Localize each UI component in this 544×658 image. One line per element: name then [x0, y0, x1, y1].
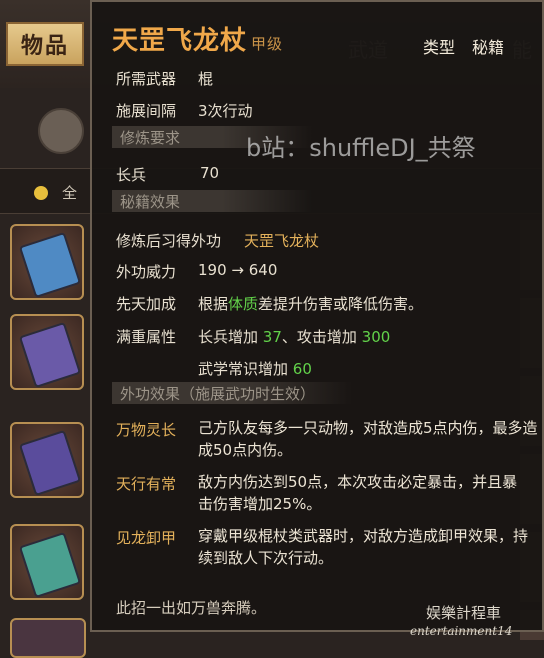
item-slot[interactable] — [10, 524, 84, 600]
effect-label: 满重属性 — [116, 328, 177, 346]
watermark-text: b站：shuffleDJ_共祭 — [246, 134, 476, 162]
req-value: 70 — [200, 164, 220, 182]
external-effect-text: 敌方内伤达到50点，本次攻击必定暴击，并且暴击伤害增加25%。 — [198, 473, 518, 513]
type-value: 秘籍 — [472, 38, 505, 57]
innate-text: 根据 — [198, 295, 229, 313]
effect-label: 修炼后习得外功 — [116, 232, 222, 250]
book-icon — [18, 321, 82, 389]
innate-bonus-text: 根据体质差提升伤害或降低伤害。 — [198, 293, 423, 314]
item-slot[interactable] — [10, 314, 84, 390]
full-bonus-text: 、攻击增加 — [281, 328, 362, 346]
item-slot[interactable] — [10, 224, 84, 300]
full-bonus-value: 60 — [292, 360, 312, 378]
external-effect-text: 穿戴甲级棍杖类武器时，对敌方造成卸甲效果，持续到敌人下次行动。 — [198, 527, 529, 567]
stat-value: 3次行动 — [198, 102, 253, 120]
full-bonus-value: 37 — [262, 328, 282, 346]
stat-label: 所需武器 — [116, 70, 177, 88]
full-bonus-text: 武学常识增加 — [198, 360, 293, 378]
external-effect-text: 己方队友每多一只动物，对敌造成5点内伤，最多造成50点内伤。 — [198, 419, 538, 459]
book-icon — [18, 531, 82, 599]
external-effect-label: 见龙卸甲 — [116, 529, 177, 547]
type-label: 类型 — [423, 38, 456, 57]
full-bonus-value: 300 — [361, 328, 391, 346]
item-grade: 甲级 — [251, 35, 284, 53]
book-icon — [18, 429, 82, 497]
req-label: 长兵 — [116, 166, 147, 184]
flavor-text: 此招一出如万兽奔腾。 — [116, 599, 267, 617]
corner-watermark: entertainment14 — [410, 624, 513, 638]
full-bonus-line: 长兵增加 37、攻击增加 300 — [198, 326, 390, 347]
external-effect-label: 万物灵长 — [116, 421, 177, 439]
effect-label: 外功威力 — [116, 263, 177, 281]
effect-value: 天罡飞龙杖 — [244, 232, 320, 250]
effect-value: 190 → 640 — [198, 261, 278, 279]
item-slot[interactable] — [10, 422, 84, 498]
tab-items[interactable]: 物品 — [6, 22, 84, 66]
section-train-req: 修炼要求 — [120, 129, 181, 147]
item-slot[interactable] — [10, 618, 86, 658]
stat-label: 施展间隔 — [116, 102, 177, 120]
filter-all-label: 全 — [62, 184, 78, 202]
external-effect-label: 天行有常 — [116, 475, 177, 493]
item-title: 天罡飞龙杖 甲级 — [112, 20, 283, 57]
category-icon[interactable] — [38, 108, 84, 154]
item-name: 天罡飞龙杖 — [112, 26, 248, 56]
book-icon — [18, 231, 82, 299]
innate-attribute: 体质 — [228, 295, 259, 313]
innate-text: 差提升伤害或降低伤害。 — [258, 295, 424, 313]
stat-value: 棍 — [198, 70, 214, 88]
filter-radio-icon[interactable] — [34, 186, 48, 200]
section-external: 外功效果（施展武功时生效） — [120, 385, 316, 403]
full-bonus-line: 武学常识增加 60 — [198, 358, 312, 379]
corner-watermark: 娱樂計程車 — [426, 604, 502, 622]
full-bonus-text: 长兵增加 — [198, 328, 263, 346]
effect-label: 先天加成 — [116, 295, 177, 313]
section-effects: 秘籍效果 — [120, 193, 181, 211]
